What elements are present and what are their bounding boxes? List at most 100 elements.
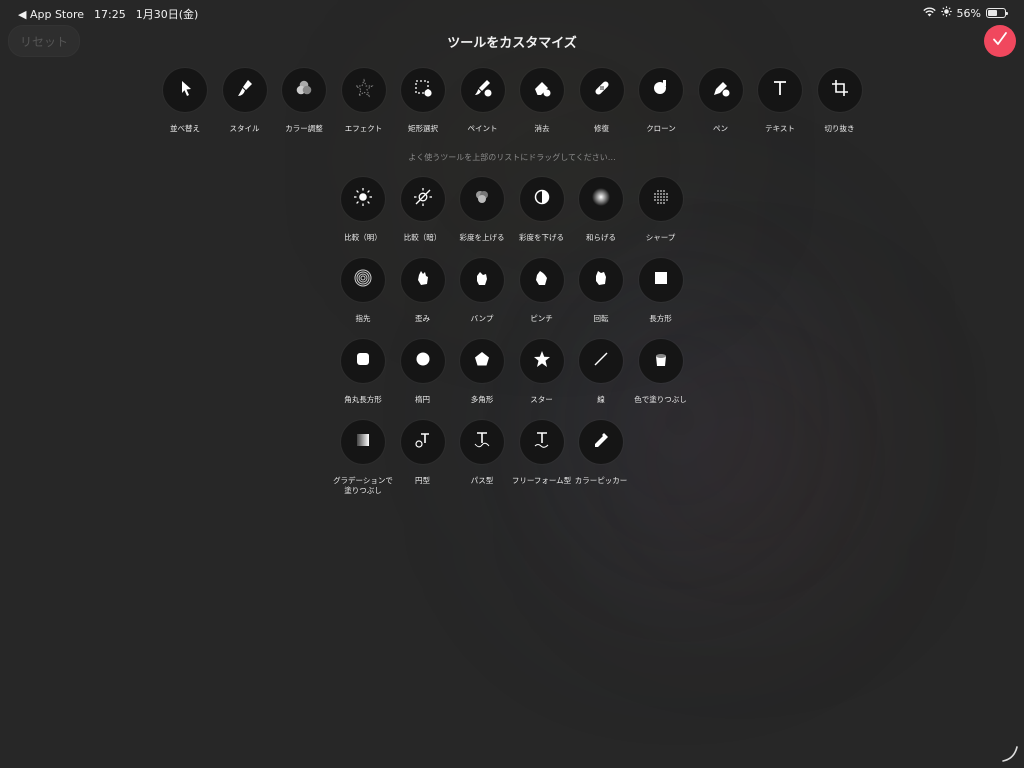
- eraser-icon: [531, 77, 553, 103]
- tool-button[interactable]: [638, 339, 683, 383]
- sun-icon: [352, 186, 374, 212]
- favorite-tool-6[interactable]: 消去: [510, 68, 574, 134]
- tool-label: パス型: [470, 476, 494, 485]
- tool-label: 修復: [594, 124, 609, 133]
- tool-button[interactable]: [698, 68, 743, 112]
- status-bar: ◀ App Store 17:25 1月30日(金) 56%: [0, 0, 1024, 24]
- half-circle-icon: [531, 186, 553, 212]
- available-tool-21[interactable]: フリーフォーム型: [510, 420, 574, 486]
- favorite-tool-5[interactable]: ペイント: [451, 68, 515, 134]
- tool-button[interactable]: [282, 68, 326, 112]
- tool-button[interactable]: [639, 68, 683, 112]
- available-tool-9[interactable]: ピンチ: [510, 258, 574, 324]
- available-tool-18[interactable]: グラデーションで塗りつぶし: [331, 420, 395, 496]
- available-tool-14[interactable]: 多角形: [450, 339, 514, 405]
- tool-button[interactable]: [401, 68, 445, 112]
- text-path-icon: [471, 429, 493, 455]
- favorite-tool-0[interactable]: 並べ替え: [153, 68, 217, 134]
- tool-button[interactable]: [460, 420, 504, 464]
- saturate-icon: [471, 186, 493, 212]
- tool-button[interactable]: [519, 177, 564, 221]
- favorite-tool-4[interactable]: 矩形選択: [391, 68, 455, 134]
- available-tool-13[interactable]: 楕円: [391, 339, 455, 405]
- tool-button[interactable]: [460, 68, 505, 112]
- tool-button[interactable]: [460, 177, 504, 221]
- tool-button[interactable]: [400, 258, 445, 302]
- favorite-tool-3[interactable]: エフェクト: [332, 68, 396, 134]
- page-title: ツールをカスタマイズ: [447, 36, 577, 51]
- tool-button[interactable]: [519, 420, 564, 464]
- tool-button[interactable]: [400, 339, 445, 383]
- available-tool-7[interactable]: 歪み: [391, 258, 455, 324]
- text-t-icon: [769, 77, 791, 103]
- tool-button[interactable]: [341, 68, 386, 112]
- tool-button[interactable]: [579, 177, 623, 221]
- tool-label: シャープ: [645, 233, 676, 242]
- tool-button[interactable]: [579, 258, 623, 302]
- tool-label: 角丸長方形: [344, 395, 382, 404]
- tool-label: テキスト: [765, 124, 795, 133]
- pentagon-icon: [471, 348, 493, 374]
- tool-button[interactable]: [579, 339, 623, 383]
- tool-label: 比較（明）: [344, 233, 382, 242]
- available-tool-16[interactable]: 線: [569, 339, 633, 405]
- tool-button[interactable]: [460, 339, 504, 383]
- confirm-button[interactable]: [984, 25, 1016, 57]
- tool-label: 並べ替え: [170, 124, 200, 133]
- tool-button[interactable]: [817, 68, 862, 112]
- back-to-app-store-link[interactable]: ◀ App Store: [18, 8, 84, 21]
- available-tool-0[interactable]: 比較（明）: [331, 177, 395, 243]
- available-tool-20[interactable]: パス型: [450, 420, 514, 486]
- marquee-icon: [412, 77, 434, 103]
- dots-circle-icon: [650, 186, 672, 212]
- stamp-icon: [650, 77, 672, 103]
- available-tool-4[interactable]: 和らげる: [569, 177, 633, 243]
- tool-button[interactable]: [400, 420, 445, 464]
- available-tool-19[interactable]: 円型: [391, 420, 455, 486]
- favorite-tool-8[interactable]: クローン: [629, 68, 693, 134]
- tool-button[interactable]: [579, 420, 623, 464]
- available-tool-5[interactable]: シャープ: [629, 177, 693, 243]
- available-tool-10[interactable]: 回転: [569, 258, 633, 324]
- tool-button[interactable]: [341, 339, 385, 383]
- bandage-icon: [591, 77, 613, 103]
- status-time: 17:25: [94, 7, 126, 21]
- tool-label: 色で塗りつぶし: [634, 395, 687, 404]
- tool-label: ペイント: [467, 124, 498, 133]
- available-tool-8[interactable]: バンプ: [450, 258, 514, 324]
- available-tool-12[interactable]: 角丸長方形: [331, 339, 395, 405]
- line-icon: [590, 348, 612, 374]
- tool-button[interactable]: [758, 68, 802, 112]
- tool-button[interactable]: [579, 68, 624, 112]
- available-tool-6[interactable]: 指先: [331, 258, 395, 324]
- rounded-square-icon: [352, 348, 374, 374]
- tool-button[interactable]: [341, 258, 385, 302]
- available-tool-3[interactable]: 彩度を下げる: [510, 177, 574, 243]
- favorite-tool-9[interactable]: ペン: [689, 68, 753, 134]
- favorite-tool-7[interactable]: 修復: [570, 68, 634, 134]
- tool-button[interactable]: [400, 177, 445, 221]
- tool-button[interactable]: [341, 420, 385, 464]
- favorite-tool-1[interactable]: スタイル: [213, 68, 277, 134]
- available-tool-11[interactable]: 長方形: [629, 258, 693, 324]
- available-tool-22[interactable]: カラーピッカー: [569, 420, 633, 486]
- tool-button[interactable]: [222, 68, 267, 112]
- available-tool-1[interactable]: 比較（暗）: [391, 177, 455, 243]
- favorite-tool-11[interactable]: 切り抜き: [808, 68, 872, 134]
- favorite-tool-2[interactable]: カラー調整: [272, 68, 336, 134]
- tool-button[interactable]: [638, 177, 683, 221]
- tool-button[interactable]: [519, 258, 564, 302]
- favorite-tool-10[interactable]: テキスト: [748, 68, 812, 134]
- tool-button[interactable]: [519, 339, 564, 383]
- tool-label: ピンチ: [530, 314, 553, 323]
- available-tool-15[interactable]: スター: [510, 339, 574, 405]
- tool-button[interactable]: [638, 258, 683, 302]
- available-tool-2[interactable]: 彩度を上げる: [450, 177, 514, 243]
- available-tool-17[interactable]: 色で塗りつぶし: [629, 339, 693, 405]
- tool-button[interactable]: [163, 68, 207, 112]
- tool-label: スター: [530, 395, 553, 404]
- tool-button[interactable]: [520, 68, 564, 112]
- tool-button[interactable]: [460, 258, 504, 302]
- tool-button[interactable]: [341, 177, 385, 221]
- tool-label: ペン: [713, 124, 728, 133]
